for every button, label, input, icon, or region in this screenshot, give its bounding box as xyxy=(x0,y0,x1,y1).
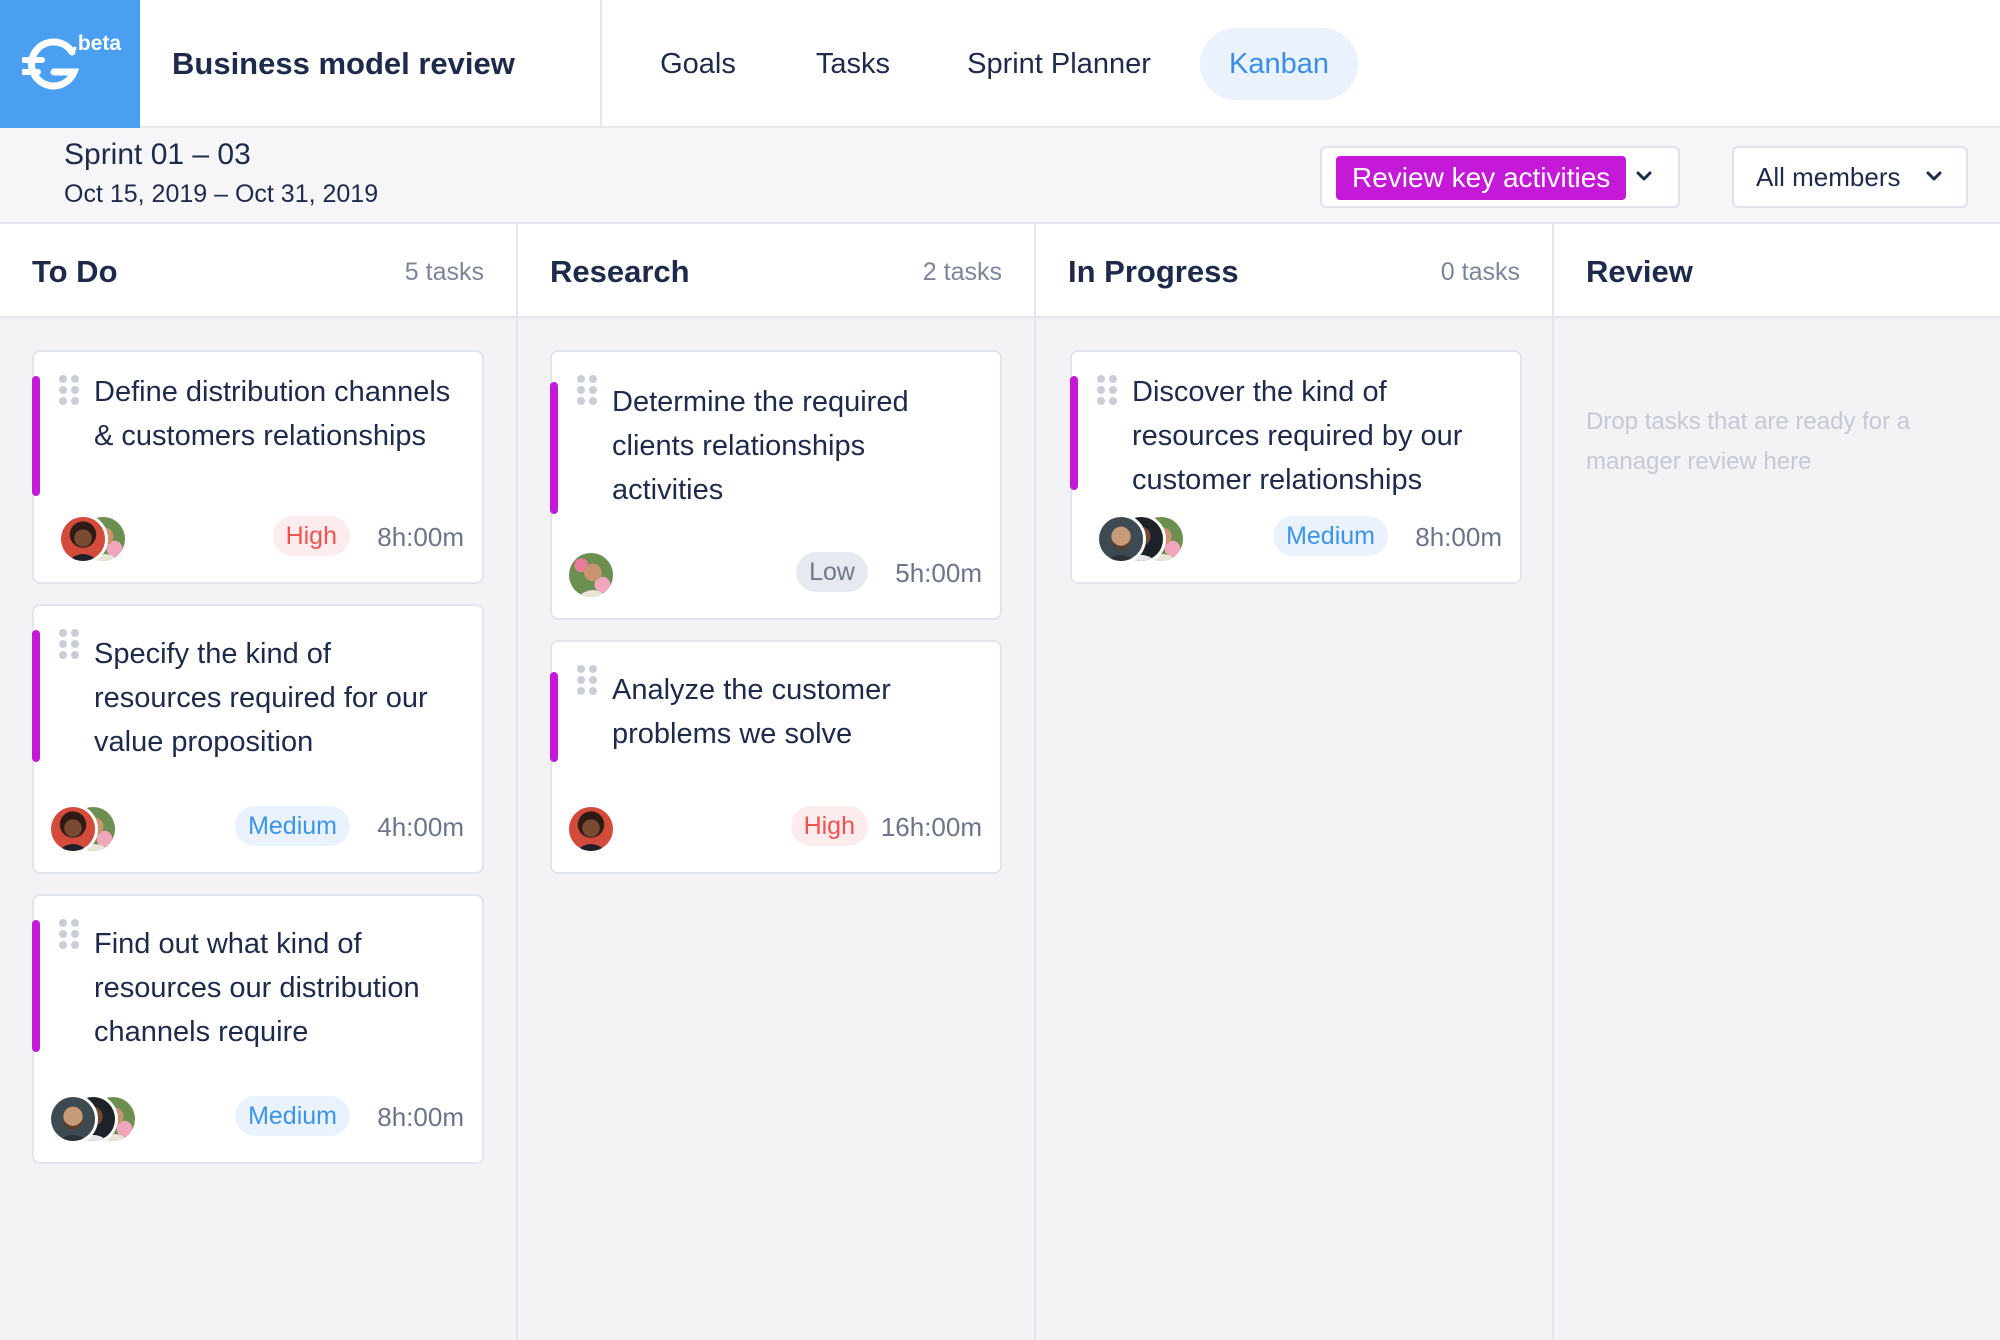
priority-badge: Low xyxy=(796,552,868,592)
avatar-man-beard xyxy=(1096,514,1146,564)
drag-handle-icon[interactable] xyxy=(58,628,80,660)
tab-kanban[interactable]: Kanban xyxy=(1200,28,1358,100)
top-navigation: .beta Business model review Goals Tasks … xyxy=(0,0,2000,128)
column-header: Research 2 tasks xyxy=(518,224,1034,318)
avatar-woman-dark xyxy=(566,804,616,854)
task-duration: 8h:00m xyxy=(377,1102,464,1132)
members-filter-value: All members xyxy=(1756,162,1901,192)
beta-label: .beta xyxy=(72,32,122,55)
priority-badge: High xyxy=(272,516,350,556)
task-card[interactable]: Discover the kind of resources required … xyxy=(1070,350,1522,584)
goal-filter-dropdown[interactable]: Review key activities xyxy=(1320,146,1680,208)
column-task-count: 5 tasks xyxy=(404,258,484,286)
task-card[interactable]: Determine the required clients relations… xyxy=(550,350,1002,620)
goal-color-bar xyxy=(32,920,40,1052)
column-header: To Do 5 tasks xyxy=(0,224,516,318)
goal-color-bar xyxy=(32,376,40,496)
priority-badge: Medium xyxy=(235,1096,350,1136)
drag-handle-icon[interactable] xyxy=(1096,374,1118,406)
empty-column-hint: Drop tasks that are ready for a manager … xyxy=(1586,408,1911,475)
task-title: Analyze the customer problems we solve xyxy=(612,674,891,750)
task-title: Discover the kind of resources required … xyxy=(1132,376,1463,496)
task-title: Determine the required clients relations… xyxy=(612,386,909,506)
project-title: Business model review xyxy=(172,46,515,81)
task-duration: 5h:00m xyxy=(895,558,982,588)
column-task-count: 0 tasks xyxy=(1440,258,1520,286)
column-title: To Do xyxy=(32,254,118,289)
sprint-dates: Oct 15, 2019 – Oct 31, 2019 xyxy=(64,180,379,208)
nav-divider xyxy=(600,0,602,128)
avatar-woman-dark xyxy=(58,514,108,564)
priority-badge: Medium xyxy=(235,806,350,846)
priority-badge: High xyxy=(790,806,868,846)
chevron-down-icon xyxy=(1636,171,1652,181)
column-to-do: To Do 5 tasks Define distribution channe… xyxy=(0,224,518,1340)
drag-handle-icon[interactable] xyxy=(58,374,80,406)
column-header: In Progress 0 tasks xyxy=(1036,224,1552,318)
kanban-board: To Do 5 tasks Define distribution channe… xyxy=(0,224,2000,1340)
column-title: In Progress xyxy=(1068,254,1239,289)
task-title: Specify the kind of resources required f… xyxy=(94,638,428,758)
drag-handle-icon[interactable] xyxy=(576,664,598,696)
task-title: Find out what kind of resources our dist… xyxy=(94,928,420,1048)
app-logo[interactable]: .beta xyxy=(0,0,140,128)
goal-color-bar xyxy=(550,672,558,762)
goal-color-bar xyxy=(32,630,40,762)
task-duration: 8h:00m xyxy=(1415,522,1502,552)
members-filter-dropdown[interactable]: All members xyxy=(1732,146,1968,208)
task-card[interactable]: Analyze the customer problems we solve H… xyxy=(550,640,1002,874)
avatar-woman-flowers xyxy=(566,550,616,600)
task-card[interactable]: Find out what kind of resources our dist… xyxy=(32,894,484,1164)
chevron-down-icon xyxy=(1926,171,1942,181)
column-header: Review xyxy=(1554,224,2000,318)
priority-badge: Medium xyxy=(1273,516,1388,556)
avatar-woman-dark xyxy=(48,804,98,854)
sprint-header: Sprint 01 – 03 Oct 15, 2019 – Oct 31, 20… xyxy=(0,128,2000,224)
column-title: Review xyxy=(1586,254,1693,289)
task-title: Define distribution channels & customers… xyxy=(94,376,451,452)
column-task-count: 2 tasks xyxy=(922,258,1002,286)
goal-filter-value: Review key activities xyxy=(1336,156,1627,200)
drag-handle-icon[interactable] xyxy=(576,374,598,406)
task-card[interactable]: Define distribution channels & customers… xyxy=(32,350,484,584)
avatar-man-beard xyxy=(48,1094,98,1144)
task-duration: 8h:00m xyxy=(377,522,464,552)
column-in-progress: In Progress 0 tasks Discover the kind of… xyxy=(1036,224,1554,1340)
tab-tasks[interactable]: Tasks xyxy=(786,28,920,100)
column-review: Review Drop tasks that are ready for a m… xyxy=(1554,224,2000,1340)
sprint-name: Sprint 01 – 03 xyxy=(64,138,251,171)
column-research: Research 2 tasks Determine the required … xyxy=(518,224,1036,1340)
column-title: Research xyxy=(550,254,690,289)
goal-color-bar xyxy=(1070,376,1078,490)
tab-sprint-planner[interactable]: Sprint Planner xyxy=(944,28,1174,100)
goal-color-bar xyxy=(550,382,558,514)
task-card[interactable]: Specify the kind of resources required f… xyxy=(32,604,484,874)
task-duration: 4h:00m xyxy=(377,812,464,842)
tab-goals[interactable]: Goals xyxy=(632,28,764,100)
task-duration: 16h:00m xyxy=(880,812,982,842)
drag-handle-icon[interactable] xyxy=(58,918,80,950)
